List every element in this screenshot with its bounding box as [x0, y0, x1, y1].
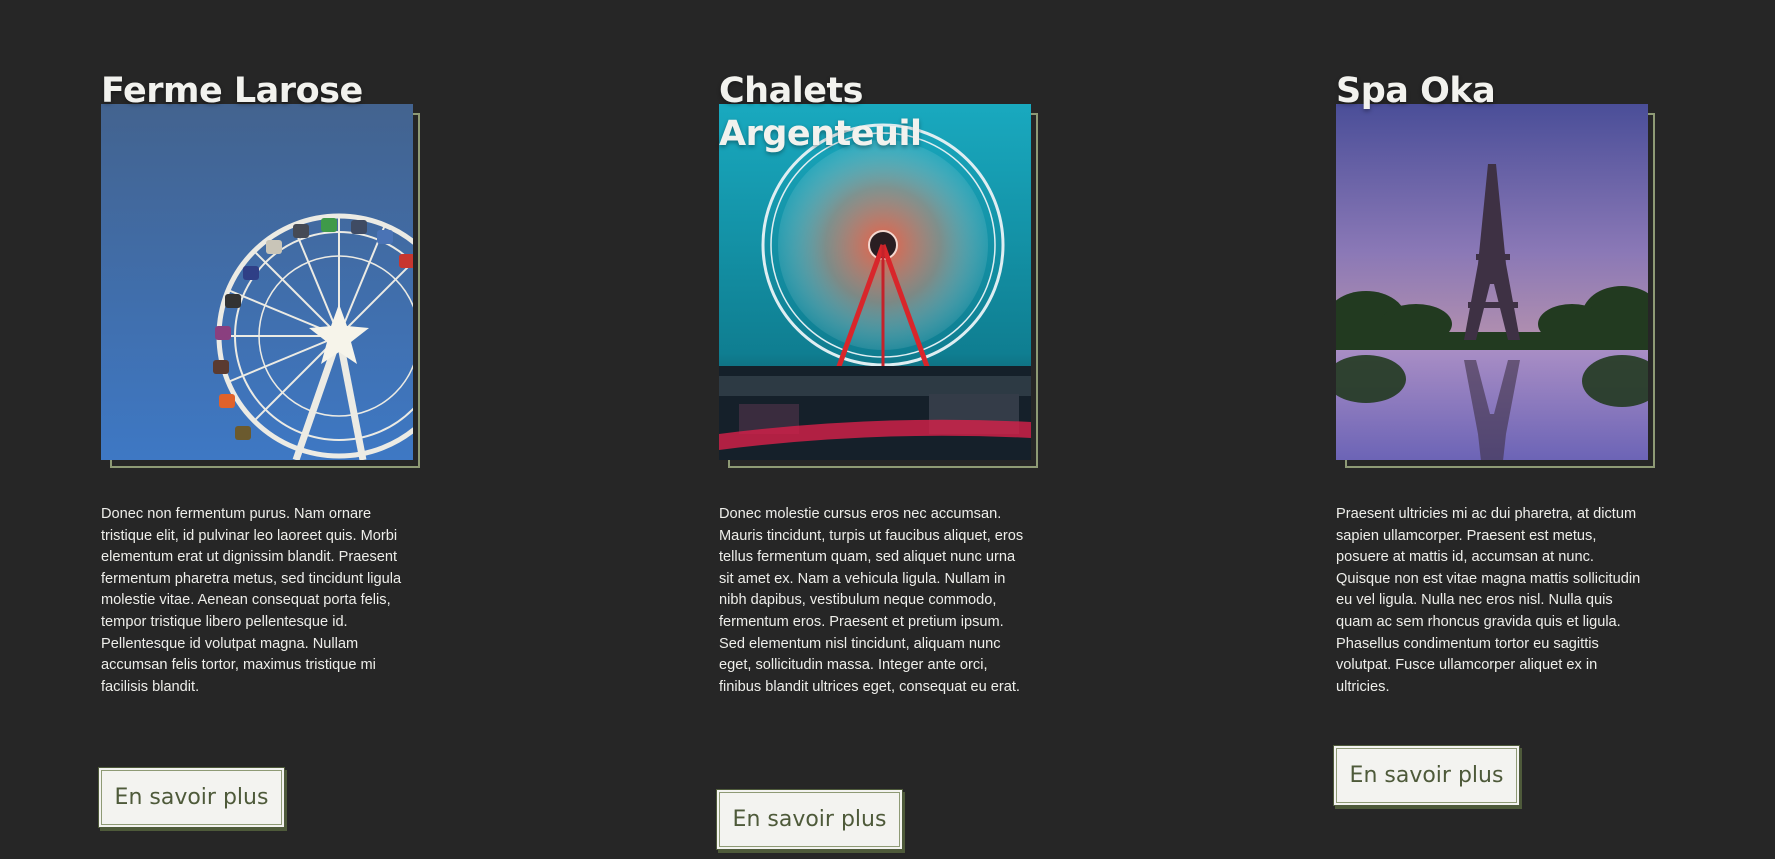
card-title: Spa Oka	[1336, 71, 1496, 111]
destination-cards: Ferme Larose Donec non fermentum purus. …	[0, 0, 1775, 859]
learn-more-button[interactable]: En savoir plus	[717, 790, 902, 849]
spinning-ferris-wheel-photo	[719, 104, 1031, 460]
card-description: Praesent ultricies mi ac dui pharetra, a…	[1336, 506, 1641, 695]
card-description: Donec molestie cursus eros nec accumsan.…	[719, 506, 1024, 695]
learn-more-button[interactable]: En savoir plus	[99, 768, 284, 827]
eiffel-tower-photo	[1336, 104, 1648, 460]
card-title: Chalets Argenteuil	[719, 71, 922, 154]
card-title: Ferme Larose	[101, 71, 363, 111]
ferris-wheel-photo	[101, 104, 413, 460]
learn-more-button[interactable]: En savoir plus	[1334, 746, 1519, 805]
card-description: Donec non fermentum purus. Nam ornare tr…	[101, 506, 402, 695]
